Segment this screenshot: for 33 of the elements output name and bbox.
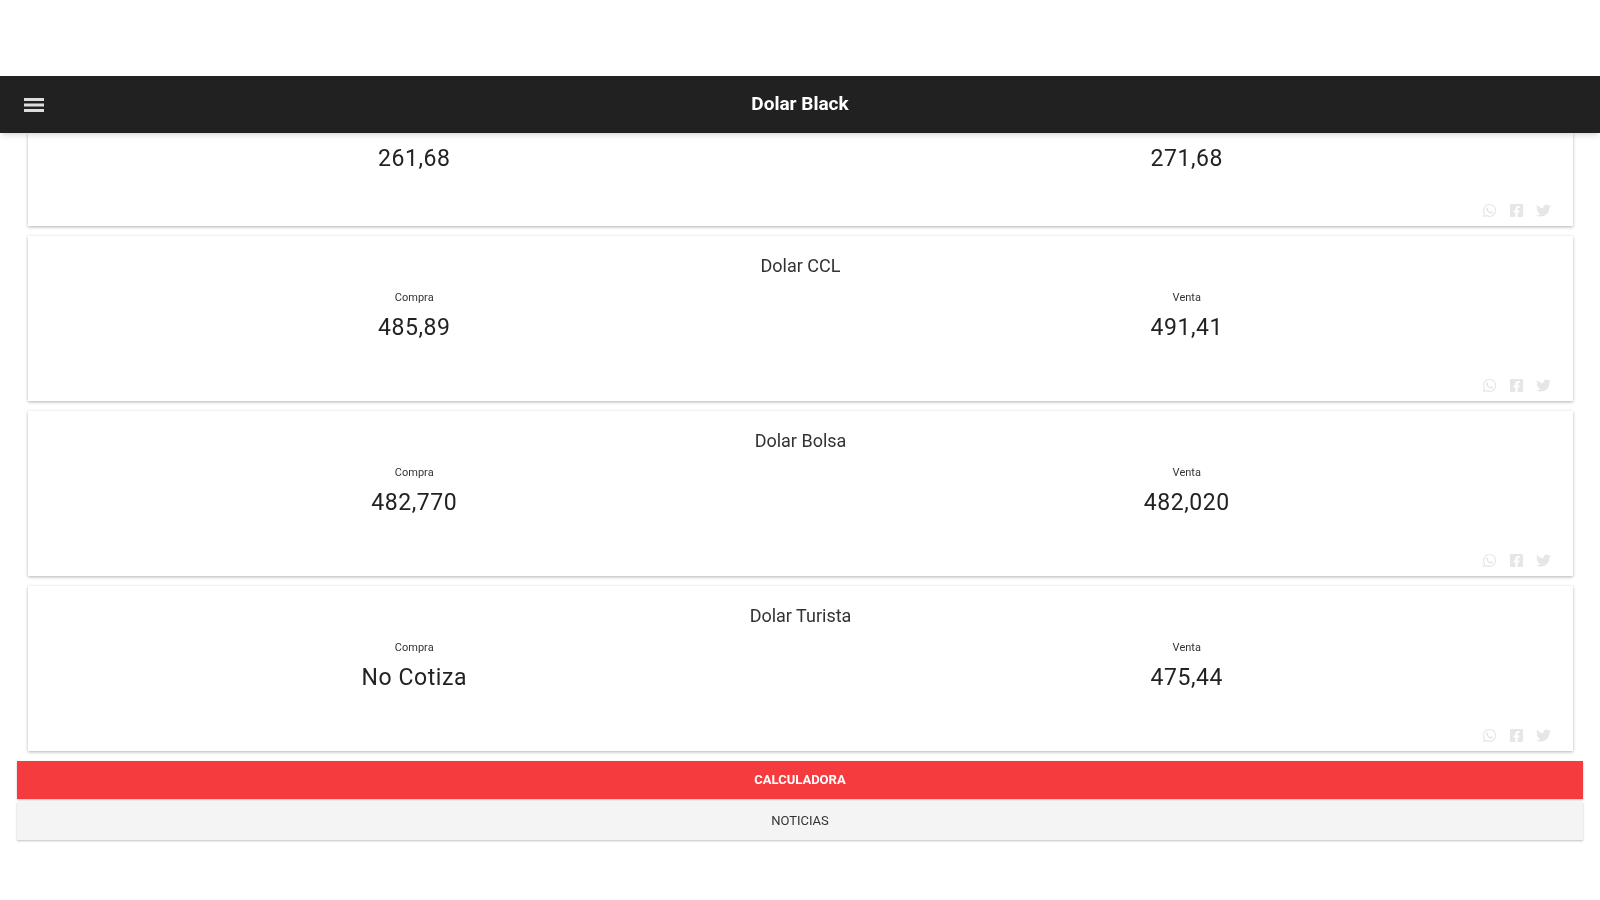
price-label: Venta bbox=[1172, 465, 1201, 481]
price-value: 271,68 bbox=[1150, 145, 1224, 173]
facebook-icon[interactable] bbox=[1509, 728, 1524, 743]
card-title: Dolar Turista bbox=[749, 604, 852, 628]
app-title: Dolar Black bbox=[751, 91, 849, 118]
card-title: Dolar CCL bbox=[760, 254, 841, 278]
price-label: Venta bbox=[1172, 640, 1201, 656]
price-value: 482,020 bbox=[1143, 489, 1230, 517]
price-value: 261,68 bbox=[377, 145, 451, 173]
whatsapp-icon[interactable] bbox=[1482, 728, 1497, 743]
facebook-icon[interactable] bbox=[1509, 203, 1524, 218]
whatsapp-icon[interactable] bbox=[1482, 378, 1497, 393]
price-value: 485,89 bbox=[377, 314, 451, 342]
twitter-icon[interactable] bbox=[1536, 378, 1551, 393]
menu-icon[interactable] bbox=[24, 97, 44, 112]
twitter-icon[interactable] bbox=[1536, 553, 1551, 568]
price-value: 482,770 bbox=[371, 489, 458, 517]
whatsapp-icon[interactable] bbox=[1482, 203, 1497, 218]
card-title: Dolar Bolsa bbox=[754, 429, 847, 453]
twitter-icon[interactable] bbox=[1536, 728, 1551, 743]
facebook-icon[interactable] bbox=[1509, 553, 1524, 568]
price-value: 491,41 bbox=[1150, 314, 1224, 342]
price-label: Venta bbox=[1172, 290, 1201, 306]
twitter-icon[interactable] bbox=[1536, 203, 1551, 218]
facebook-icon[interactable] bbox=[1509, 378, 1524, 393]
tab-button[interactable]: NOTICIAS bbox=[17, 802, 1583, 840]
price-label: Compra bbox=[394, 640, 434, 656]
tab-button[interactable]: CALCULADORA bbox=[17, 761, 1583, 799]
whatsapp-icon[interactable] bbox=[1482, 553, 1497, 568]
price-value: No Cotiza bbox=[361, 664, 467, 692]
price-label: Compra bbox=[394, 290, 434, 306]
price-value: 475,44 bbox=[1150, 664, 1224, 692]
price-label: Compra bbox=[394, 465, 434, 481]
